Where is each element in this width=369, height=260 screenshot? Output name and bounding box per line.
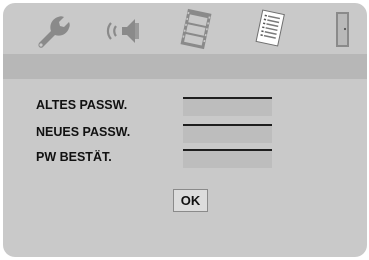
speaker-icon[interactable] <box>103 7 145 51</box>
film-icon[interactable] <box>175 7 217 51</box>
confirm-password-field[interactable] <box>183 149 272 168</box>
document-icon[interactable] <box>249 7 291 51</box>
menu-highlight-bar <box>3 54 367 79</box>
setup-screen: ALTES PASSW. NEUES PASSW. PW BESTÄT. OK <box>3 3 367 257</box>
setup-menu-bar <box>3 3 367 54</box>
confirm-password-label: PW BESTÄT. <box>36 150 112 164</box>
ok-button[interactable]: OK <box>173 189 208 212</box>
new-password-label: NEUES PASSW. <box>36 125 131 139</box>
door-icon[interactable] <box>321 7 363 51</box>
new-password-field[interactable] <box>183 124 272 143</box>
wrench-icon[interactable] <box>31 7 73 51</box>
old-password-field[interactable] <box>183 97 272 116</box>
old-password-label: ALTES PASSW. <box>36 98 128 112</box>
